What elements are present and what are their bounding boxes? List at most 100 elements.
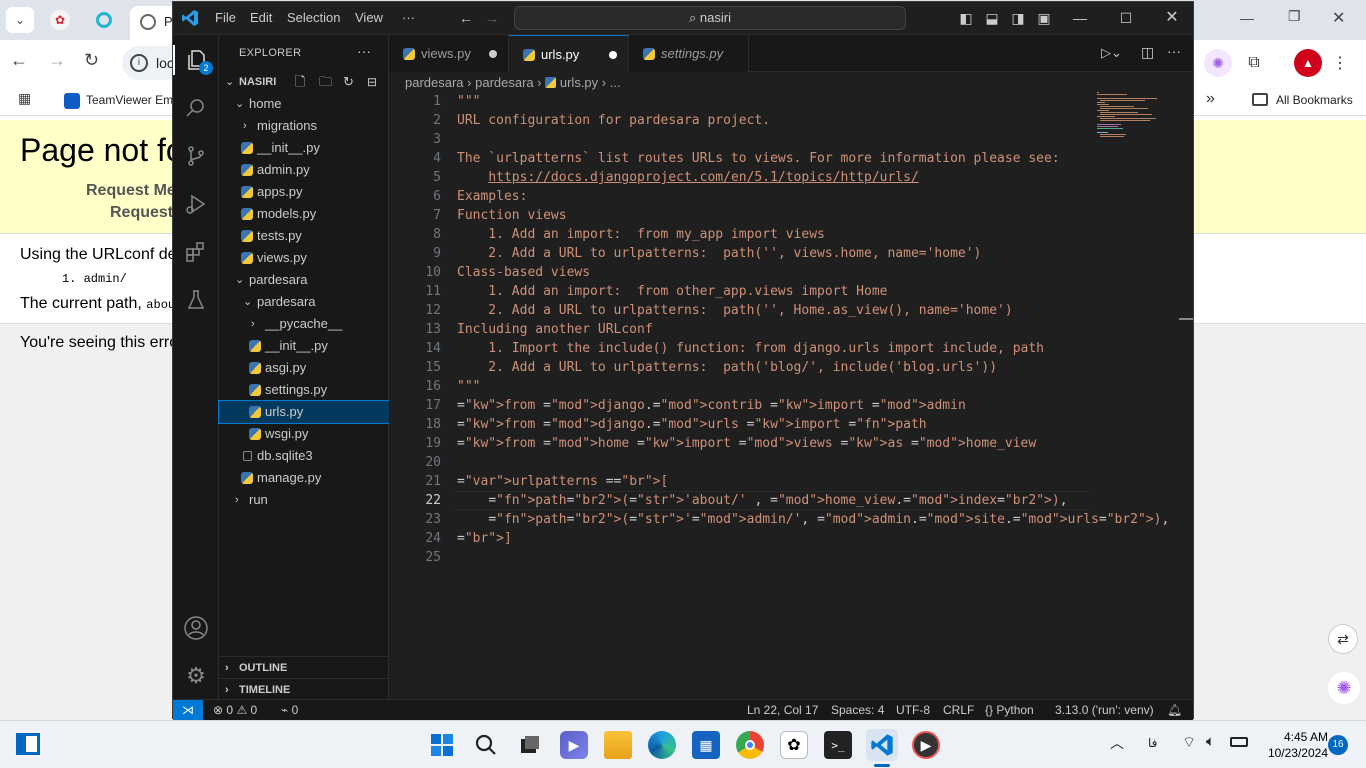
explorer-more-icon[interactable]: ··· — [357, 43, 371, 59]
minimap[interactable] — [1097, 92, 1177, 142]
code-line[interactable]: 1. Add an import: from my_app import vie… — [457, 225, 825, 244]
run-debug-icon[interactable] — [181, 189, 211, 219]
teams-chat-icon[interactable]: ▶ — [560, 731, 588, 759]
code-line[interactable]: """ — [457, 92, 480, 111]
maximize-icon[interactable]: ☐ — [1117, 9, 1135, 27]
tree-item[interactable]: › __pycache__ — [219, 313, 389, 335]
modified-dot-icon[interactable] — [489, 50, 497, 58]
widgets-icon[interactable] — [16, 733, 40, 755]
menu-edit[interactable]: Edit — [250, 10, 272, 25]
code-line[interactable]: 1. Add an import: from other_app.views i… — [457, 282, 887, 301]
tab-settings-py[interactable]: settings.py — [629, 35, 749, 72]
file-explorer-icon[interactable] — [604, 731, 632, 759]
code-line[interactable]: ="kw">from ="mod">django.="mod">contrib … — [457, 396, 966, 415]
indentation[interactable]: Spaces: 4 — [831, 703, 884, 717]
tree-item[interactable]: › migrations — [219, 115, 389, 137]
source-control-icon[interactable] — [181, 141, 211, 171]
notification-badge[interactable]: 16 — [1328, 735, 1348, 755]
command-center[interactable]: ⌕ nasiri — [514, 6, 906, 30]
extensions-puzzle-icon[interactable]: ⧉ — [1240, 49, 1268, 77]
tree-item[interactable]: apps.py — [219, 181, 389, 203]
remote-indicator-icon[interactable]: ⋊ — [173, 700, 203, 720]
tree-item[interactable]: admin.py — [219, 159, 389, 181]
nav-back-icon[interactable]: ← — [457, 9, 475, 27]
menu-file[interactable]: File — [215, 10, 236, 25]
accounts-icon[interactable] — [181, 613, 211, 643]
line-ending[interactable]: CRLF — [943, 703, 974, 717]
nav-forward-icon[interactable]: → — [483, 9, 501, 27]
tree-item[interactable]: views.py — [219, 247, 389, 269]
tree-item[interactable]: wsgi.py — [219, 423, 389, 445]
code-line[interactable]: """ — [457, 377, 480, 396]
collapse-all-icon[interactable]: ⊟ — [367, 71, 377, 93]
store-icon[interactable]: ▦ — [692, 731, 720, 759]
media-player-icon[interactable]: ▶ — [912, 731, 940, 759]
code-line[interactable]: Class-based views — [457, 263, 590, 282]
toggle-primary-sidebar-icon[interactable]: ◧ — [957, 9, 975, 27]
testing-flask-icon[interactable] — [181, 285, 211, 315]
timeline-section[interactable]: › TIMELINE — [219, 678, 389, 700]
customize-layout-icon[interactable]: ▣ — [1035, 9, 1053, 27]
code-line[interactable]: Function views — [457, 206, 567, 225]
breadcrumb-item[interactable]: urls.py — [560, 75, 598, 90]
tree-item[interactable]: manage.py — [219, 467, 389, 489]
code-line[interactable]: ="kw">from ="mod">home ="kw">import ="mo… — [457, 434, 1036, 453]
terminal-icon[interactable]: >_ — [824, 731, 852, 759]
toggle-secondary-sidebar-icon[interactable]: ◨ — [1009, 9, 1027, 27]
code-line[interactable]: Including another URLconf — [457, 320, 653, 339]
code-line[interactable]: https://docs.djangoproject.com/en/5.1/to… — [457, 168, 918, 187]
edge-icon[interactable] — [648, 731, 676, 759]
new-file-icon[interactable]: 🗋 — [295, 71, 305, 93]
app-tab-icon-2[interactable] — [96, 12, 112, 28]
show-hidden-icons-icon[interactable]: ︿ — [1110, 733, 1124, 753]
tree-item[interactable]: ⌄ pardesara — [219, 291, 389, 313]
volume-icon[interactable]: 🔈︎ — [1206, 733, 1215, 750]
task-view-icon[interactable] — [516, 731, 544, 759]
menu-selection[interactable]: Selection — [287, 10, 340, 25]
app-tab-icon[interactable]: ✿ — [50, 10, 70, 30]
minimize-button[interactable]: — — [1240, 10, 1254, 26]
copilot-brain-icon[interactable]: ✺ — [1328, 672, 1360, 704]
input-language[interactable]: فا — [1148, 736, 1157, 750]
encoding[interactable]: UTF-8 — [896, 703, 930, 717]
toggle-panel-icon[interactable]: ⬓ — [983, 9, 1001, 27]
tree-item[interactable]: settings.py — [219, 379, 389, 401]
more-bookmarks-icon[interactable]: » — [1206, 90, 1215, 108]
forward-arrow-icon[interactable]: → — [48, 50, 66, 71]
code-line[interactable]: URL configuration for pardesara project. — [457, 111, 770, 130]
code-line[interactable]: 1. Import the include() function: from d… — [457, 339, 1044, 358]
all-bookmarks[interactable]: All Bookmarks — [1276, 93, 1353, 107]
kebab-menu-icon[interactable]: ⋮ — [1326, 49, 1354, 77]
refresh-icon[interactable]: ↻ — [343, 71, 354, 93]
language-mode[interactable]: {} Python — [985, 703, 1034, 717]
close-window-button[interactable]: ✕ — [1332, 8, 1345, 28]
code-line[interactable]: The `urlpatterns` list routes URLs to vi… — [457, 149, 1060, 168]
code-line[interactable]: ="fn">path="br2">(="str">'="mod">admin/'… — [457, 510, 1169, 529]
editor-more-icon[interactable]: ··· — [1167, 43, 1181, 59]
tab-search-button[interactable]: ⌄ — [6, 7, 34, 33]
chrome-icon[interactable] — [736, 731, 764, 759]
tree-item[interactable]: asgi.py — [219, 357, 389, 379]
breadcrumb-item[interactable]: pardesara — [405, 75, 464, 90]
system-clock[interactable]: 4:45 AM 10/23/2024 — [1258, 729, 1328, 761]
tree-item[interactable]: __init__.py — [219, 335, 389, 357]
modified-dot-icon[interactable] — [609, 51, 617, 59]
tree-item[interactable]: ⌄ pardesara — [219, 269, 389, 291]
scrollbar-position-marker[interactable] — [1179, 318, 1193, 320]
outline-section[interactable]: › OUTLINE — [219, 656, 389, 678]
extension-brain-icon[interactable]: ✺ — [1204, 49, 1232, 77]
problems-indicator[interactable]: ⊗ 0 ⚠ 0 — [213, 703, 257, 717]
bookmark-teamviewer[interactable]: TeamViewer Em — [86, 93, 173, 107]
root-folder[interactable]: ⌄ NASIRI 🗋 🗀 ↻ ⊟ — [219, 71, 389, 93]
python-interpreter[interactable]: 3.13.0 ('run': venv) — [1055, 703, 1154, 717]
menu-view[interactable]: View — [355, 10, 383, 25]
code-line[interactable]: ="var">urlpatterns =="br">[ — [457, 472, 668, 491]
tree-item[interactable]: __init__.py — [219, 137, 389, 159]
new-folder-icon[interactable]: 🗀 — [319, 71, 332, 93]
minimize-icon[interactable]: — — [1071, 9, 1089, 27]
split-editor-icon[interactable]: ◫ — [1141, 44, 1154, 61]
wifi-icon[interactable]: ⌔ — [1182, 733, 1196, 752]
explorer-icon[interactable]: 2 — [173, 45, 219, 75]
code-line[interactable]: Examples: — [457, 187, 527, 206]
apps-grid-icon[interactable]: ▦ — [18, 90, 31, 107]
